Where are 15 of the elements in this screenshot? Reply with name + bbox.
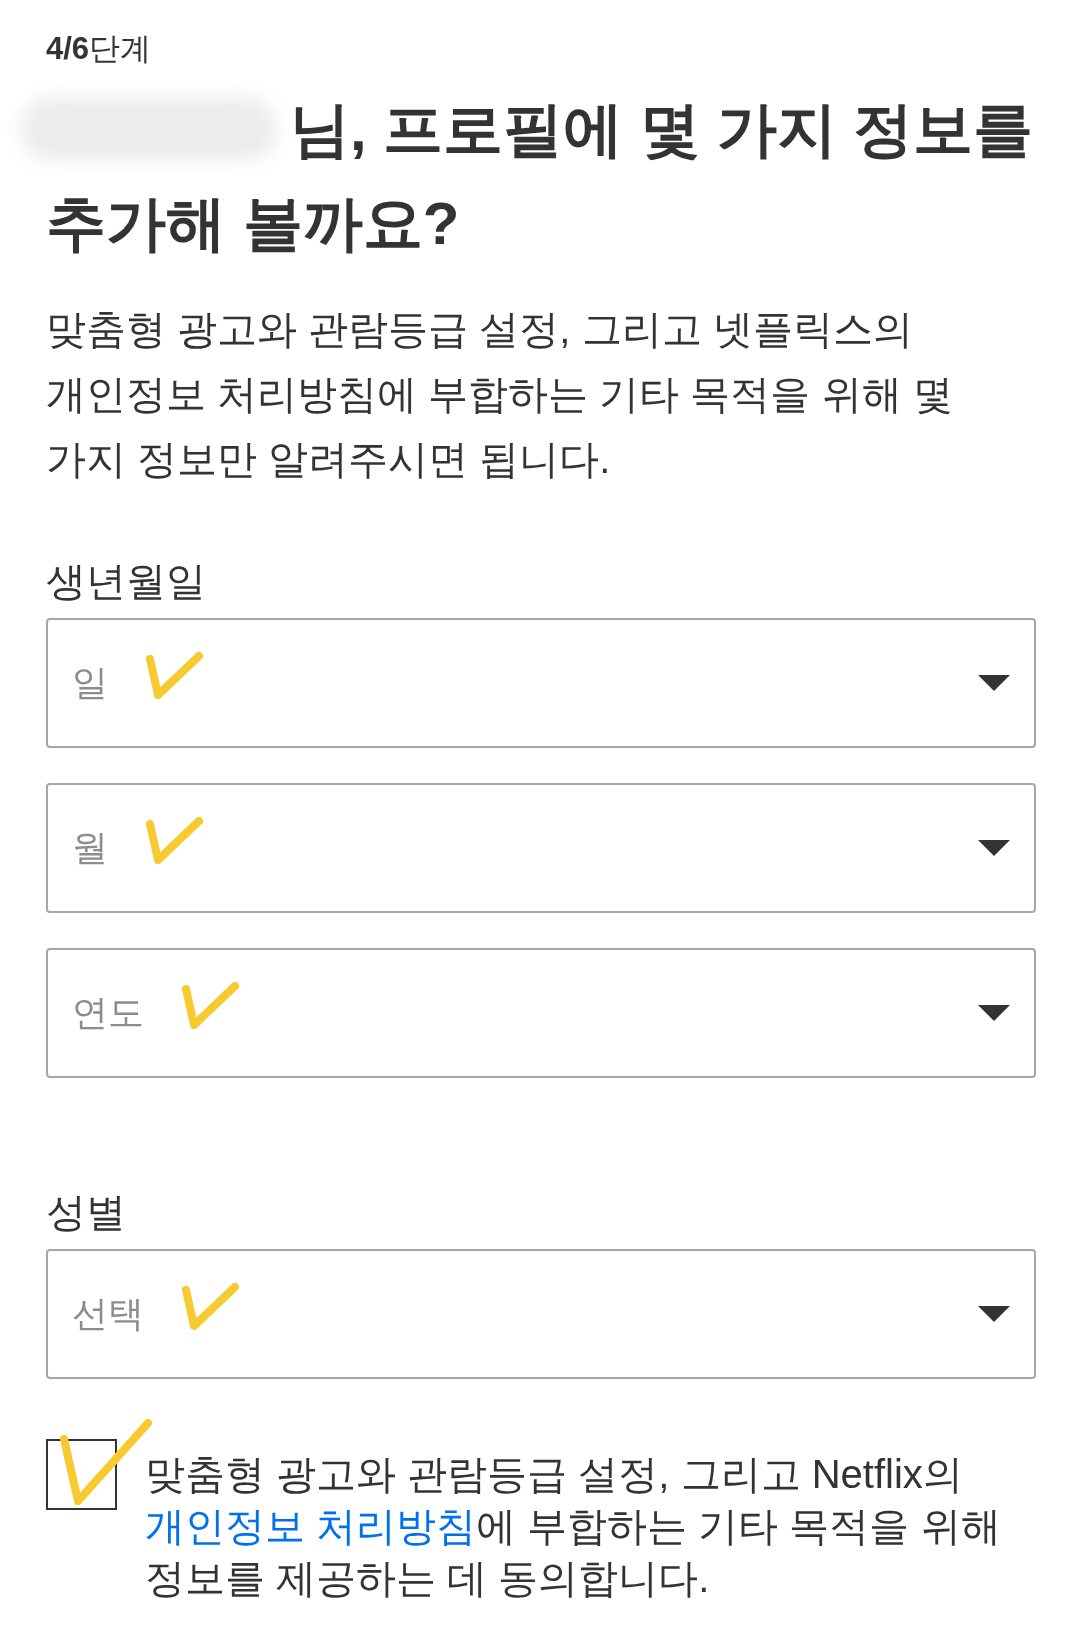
dropdown-field[interactable]: 일 — [46, 618, 1036, 748]
dropdown-field[interactable]: 선택 — [46, 1249, 1036, 1379]
step-indicator: 4/6단계 — [46, 30, 153, 68]
page-heading: 님, 프로필에 몇 가지 정보를 추가해 볼까요? — [46, 95, 1035, 259]
dropdown-field[interactable]: 연도 — [46, 948, 1036, 1078]
caret-icon — [978, 1005, 1010, 1021]
consent-text: 맞춤형 광고와 관람등급 설정, 그리고 Netflix의 개인정보 처리방침에 부합하는 기타 목적을 위해 정보를 제공하는 데 동의합니다. — [145, 1451, 1002, 1602]
caret-icon — [978, 1306, 1010, 1322]
field-label: 성별 — [46, 1189, 127, 1236]
dropdown-field[interactable]: 월 — [46, 783, 1036, 913]
field-label: 생년월일 — [46, 558, 207, 605]
privacy-policy-link[interactable]: 개인정보 처리방침 — [145, 1504, 477, 1548]
caret-icon — [978, 675, 1010, 691]
intro-text: 맞춤형 광고와 관람등급 설정, 그리고 넷플릭스의 개인정보 처리방침에 부합하는 기타 목적을 위해 몇 가지 정보만 알려주시면 됩니다. — [46, 306, 954, 483]
caret-icon — [978, 840, 1010, 856]
